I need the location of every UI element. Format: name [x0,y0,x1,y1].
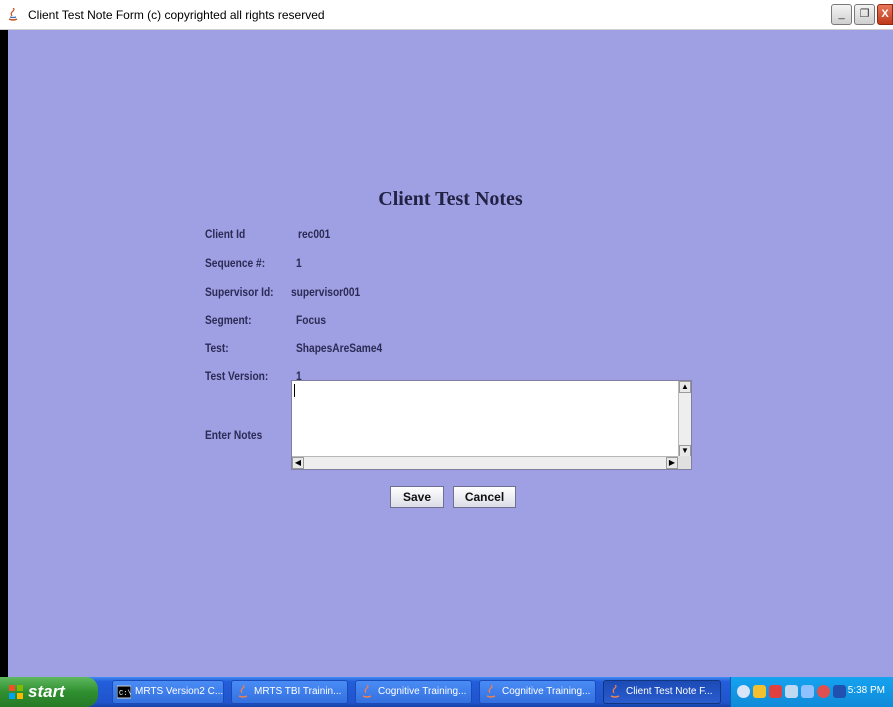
svg-text:C:\: C:\ [119,690,131,698]
notes-textarea[interactable]: ▲ ▼ ◀ ▶ [291,380,692,470]
security-shield-icon[interactable] [753,685,766,698]
app-tray-icon[interactable] [833,685,846,698]
supervisor-id-value: supervisor001 [291,285,361,299]
java-icon [486,685,496,698]
tray-expand-icon[interactable] [737,685,750,698]
taskbar-item-label: MRTS Version2 C... [135,686,224,697]
display-icon[interactable] [801,685,814,698]
enter-notes-label: Enter Notes [205,428,263,442]
system-tray: 5:38 PM [730,677,893,707]
taskbar: start C:\ MRTS Version2 C... MRTS TBI Tr… [0,677,893,707]
test-value: ShapesAreSame4 [296,341,383,355]
window-title: Client Test Note Form (c) copyrighted al… [28,8,325,22]
java-icon [238,685,248,698]
windows-logo-icon [9,685,23,699]
save-button[interactable]: Save [390,486,444,508]
network-warning-icon[interactable] [769,685,782,698]
horizontal-scrollbar[interactable]: ◀ ▶ [292,456,678,469]
save-button-label: Save [402,490,432,504]
segment-label: Segment: [205,313,252,327]
taskbar-item-label: Client Test Note F... [626,686,713,697]
java-icon [362,685,372,698]
sequence-label: Sequence #: [205,256,266,270]
antivirus-icon[interactable] [817,685,830,698]
taskbar-item-cognitive-training-2[interactable]: Cognitive Training... [479,680,596,704]
taskbar-item-client-test-note[interactable]: Client Test Note F... [603,680,721,704]
sequence-value: 1 [296,256,302,270]
taskbar-item-mrts-version2[interactable]: C:\ MRTS Version2 C... [112,680,224,704]
test-version-label: Test Version: [205,369,269,383]
restore-button[interactable]: ❐ [854,4,875,25]
taskbar-item-label: Cognitive Training... [502,686,591,697]
taskbar-item-label: MRTS TBI Trainin... [254,686,342,697]
scroll-left-arrow-icon[interactable]: ◀ [292,457,304,469]
vertical-scrollbar[interactable]: ▲ ▼ [678,381,691,457]
clock: 5:38 PM [847,685,885,696]
scroll-right-arrow-icon[interactable]: ▶ [666,457,678,469]
minimize-button[interactable]: _ [831,4,852,25]
supervisor-id-label: Supervisor Id: [205,285,274,299]
window-titlebar[interactable]: Client Test Note Form (c) copyrighted al… [0,0,893,30]
client-id-label: Client Id [205,227,246,241]
taskbar-item-mrts-tbi[interactable]: MRTS TBI Trainin... [231,680,348,704]
java-icon [8,8,18,21]
window-controls: _ ❐ X [831,4,893,26]
console-icon: C:\ [117,685,131,699]
client-id-value: rec001 [298,227,331,241]
close-button[interactable]: X [877,4,893,25]
taskbar-item-label: Cognitive Training... [378,686,467,697]
cancel-button[interactable]: Cancel [453,486,516,508]
start-label: start [28,682,65,701]
volume-icon[interactable] [785,685,798,698]
test-label: Test: [205,341,229,355]
page-title: Client Test Notes [378,188,523,210]
java-icon [610,685,620,698]
taskbar-item-cognitive-training-1[interactable]: Cognitive Training... [355,680,472,704]
text-caret [294,384,295,397]
segment-value: Focus [296,313,327,327]
cancel-button-label: Cancel [464,490,505,504]
form-panel: Client Test Notes Client Id rec001 Seque… [8,30,893,677]
scrollbar-corner [678,456,691,469]
start-button[interactable]: start [0,677,98,707]
scroll-up-arrow-icon[interactable]: ▲ [679,381,691,393]
